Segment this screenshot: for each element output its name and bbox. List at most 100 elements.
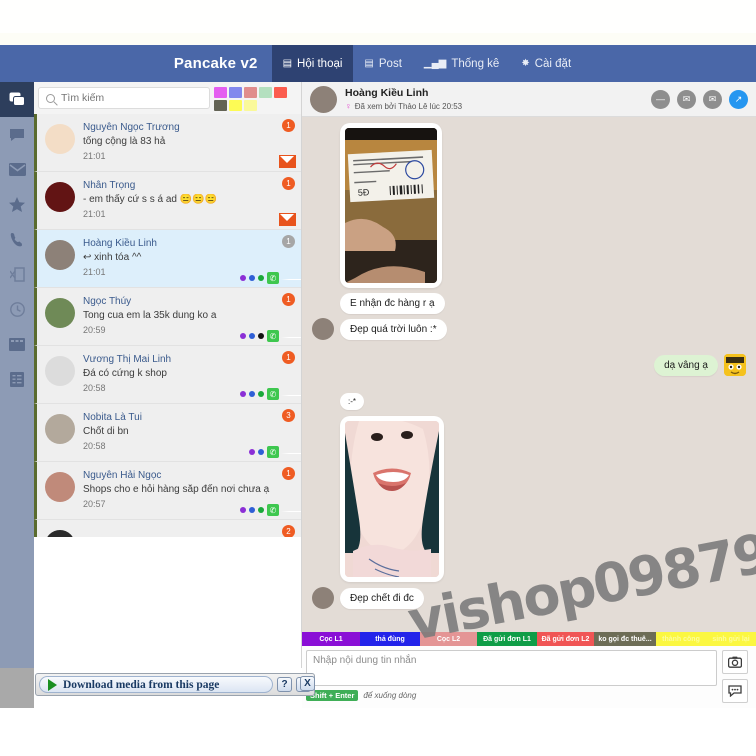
tag-dot-purple[interactable] bbox=[240, 507, 246, 513]
blank-strip-shade bbox=[0, 33, 756, 45]
mail-icon[interactable] bbox=[282, 505, 296, 516]
color-filter-swatches bbox=[214, 86, 297, 111]
conversation-item-7[interactable]: 2 bbox=[34, 520, 301, 537]
phone-icon bbox=[10, 233, 22, 247]
archive-icon[interactable]: ✉ bbox=[677, 89, 696, 109]
swatch-6[interactable] bbox=[229, 99, 242, 111]
download-media-button[interactable]: Download media from this page bbox=[39, 676, 273, 693]
swatch-3[interactable] bbox=[259, 86, 272, 98]
tab-cai-dat[interactable]: ✸ Cài đặt bbox=[510, 45, 582, 82]
mail-icon[interactable] bbox=[282, 273, 296, 284]
tab-hoi-thoai[interactable]: ▤ Hội thoại bbox=[271, 45, 354, 82]
composer-close-button[interactable]: X bbox=[300, 676, 315, 691]
mail-icon[interactable] bbox=[282, 331, 296, 342]
rail-item-clock[interactable] bbox=[0, 292, 34, 327]
conversation-item-3[interactable]: Ngọc Thúy Tong cua em la 35k dung ko a 2… bbox=[34, 288, 301, 346]
conversation-item-2[interactable]: Hoàng Kiều Linh ↩ xinh tóa ^^ 21:01 1 ✆ bbox=[34, 230, 301, 288]
tag-dot-blue[interactable] bbox=[249, 275, 255, 281]
tag-coc-l1[interactable]: Cọc L1 bbox=[302, 632, 360, 646]
tag-dot-purple[interactable] bbox=[240, 275, 246, 281]
tab-post[interactable]: ▤ Post bbox=[353, 45, 412, 82]
conversation-item-5[interactable]: Nobita Là Tui Chốt di bn 20:58 3 ✆ bbox=[34, 404, 301, 462]
tag-dot-green[interactable] bbox=[258, 275, 264, 281]
message-bubble-outgoing[interactable]: dạ vâng ạ bbox=[654, 355, 718, 376]
tag-dot-green[interactable] bbox=[258, 507, 264, 513]
chat-seen-status: ♀ Đã xem bởi Thảo Lê lúc 20:53 bbox=[345, 101, 651, 111]
sticker-icon[interactable] bbox=[722, 679, 748, 703]
message-input[interactable]: Nhập nội dung tin nhắn bbox=[306, 650, 717, 686]
image-message-bubble[interactable]: 5Ð bbox=[340, 123, 442, 288]
swatch-1[interactable] bbox=[229, 86, 242, 98]
conversation-body: Ngọc Thúy Tong cua em la 35k dung ko a 2… bbox=[83, 294, 295, 335]
swatch-4[interactable] bbox=[274, 86, 287, 98]
tag-dot-blue[interactable] bbox=[258, 449, 264, 455]
avatar bbox=[45, 530, 75, 537]
tag-dot-green[interactable] bbox=[258, 391, 264, 397]
tag-sinh-gui-lai[interactable]: sinh gửi lại bbox=[706, 632, 756, 646]
message-list[interactable]: 5Ð E nhận đc hàng r ạ Đẹp quá trời luôn … bbox=[302, 117, 756, 652]
open-external-icon[interactable]: ↗ bbox=[729, 89, 748, 109]
search-box[interactable] bbox=[38, 87, 210, 109]
swatch-0[interactable] bbox=[214, 86, 227, 98]
phone-icon[interactable]: ✆ bbox=[267, 446, 279, 458]
tag-dot-blue[interactable] bbox=[249, 507, 255, 513]
rail-item-mail[interactable] bbox=[0, 152, 34, 187]
tag-dot-blue[interactable] bbox=[249, 391, 255, 397]
image-message-bubble[interactable] bbox=[340, 416, 444, 582]
rail-item-comment[interactable] bbox=[0, 117, 34, 152]
rail-item-star[interactable] bbox=[0, 187, 34, 222]
swatch-7[interactable] bbox=[244, 99, 257, 111]
tag-tha-dung[interactable]: thả đùng bbox=[360, 632, 420, 646]
tag-thanh-cong[interactable]: thành công bbox=[656, 632, 706, 646]
mail-icon[interactable] bbox=[282, 389, 296, 400]
rail-item-logout[interactable] bbox=[0, 257, 34, 292]
phone-icon[interactable]: ✆ bbox=[267, 330, 279, 342]
message-bubble[interactable]: Đẹp chết đi đc bbox=[340, 588, 424, 609]
mail-icon[interactable] bbox=[279, 155, 296, 168]
shipping-label-photo[interactable]: 5Ð bbox=[345, 128, 437, 283]
conversation-item-6[interactable]: Nguyễn Hải Ngọc Shops cho e hỏi hàng sắp… bbox=[34, 462, 301, 520]
camera-icon[interactable] bbox=[722, 650, 748, 674]
tag-dot-purple[interactable] bbox=[240, 391, 246, 397]
conversation-item-0[interactable]: Nguyễn Ngọc Trương tổng cộng là 83 hả 21… bbox=[34, 114, 301, 172]
mail-icon[interactable] bbox=[282, 447, 296, 458]
tag-dot-purple[interactable] bbox=[249, 449, 255, 455]
rail-item-phone[interactable] bbox=[0, 222, 34, 257]
minimize-icon[interactable]: — bbox=[651, 89, 670, 109]
message-bubble[interactable]: :-* bbox=[340, 393, 364, 410]
tag-da-gui-don-l1[interactable]: Đã gửi đơn L1 bbox=[477, 632, 537, 646]
tag-coc-l2[interactable]: Cọc L2 bbox=[420, 632, 477, 646]
conversation-item-1[interactable]: Nhân Trọng - em thấy cứ s s á ad 😑😑😑 21:… bbox=[34, 172, 301, 230]
swatch-2[interactable] bbox=[244, 86, 257, 98]
rail-item-messages[interactable] bbox=[0, 82, 34, 117]
search-row bbox=[34, 82, 301, 114]
help-button[interactable]: ? bbox=[277, 677, 292, 692]
rail-item-list[interactable] bbox=[0, 362, 34, 397]
tag-dot-blue[interactable] bbox=[249, 333, 255, 339]
tag-dot-purple[interactable] bbox=[240, 333, 246, 339]
tag-dot-black[interactable] bbox=[258, 333, 264, 339]
tag-da-gui-don-l2[interactable]: Đã gửi đơn L2 bbox=[537, 632, 594, 646]
selfie-photo[interactable] bbox=[345, 421, 439, 577]
phone-icon[interactable]: ✆ bbox=[267, 504, 279, 516]
browser-blank-strip bbox=[0, 0, 756, 45]
tab-thong-ke[interactable]: ▁▄▆ Thống kê bbox=[413, 45, 510, 82]
avatar bbox=[45, 472, 75, 502]
tag-ko-goi-duoc[interactable]: ko gọi đc thuê... bbox=[594, 632, 656, 646]
conversation-item-4[interactable]: Vương Thị Mai Linh Đá có cứng k shop 20:… bbox=[34, 346, 301, 404]
composer-left: Nhập nội dung tin nhắn Shift + Enter để … bbox=[306, 650, 717, 708]
message-bubble[interactable]: Đẹp quá trời luôn :* bbox=[340, 319, 447, 340]
conversation-body: Nguyễn Ngọc Trương tổng cộng là 83 hả 21… bbox=[83, 120, 295, 161]
message-bubble[interactable]: E nhận đc hàng r ạ bbox=[340, 293, 445, 314]
phone-icon[interactable]: ✆ bbox=[267, 272, 279, 284]
rail-item-calendar[interactable] bbox=[0, 327, 34, 362]
phone-icon[interactable]: ✆ bbox=[267, 388, 279, 400]
rail-lower-fill-2 bbox=[0, 668, 34, 708]
mail-icon[interactable] bbox=[279, 213, 296, 226]
download-media-bar[interactable]: Download media from this page ? X bbox=[35, 673, 315, 696]
conversation-scroll[interactable]: Nguyễn Ngọc Trương tổng cộng là 83 hả 21… bbox=[34, 114, 301, 537]
search-input[interactable] bbox=[61, 92, 202, 104]
swatch-5[interactable] bbox=[214, 99, 227, 111]
mail-open-icon[interactable]: ✉ bbox=[703, 89, 722, 109]
unread-badge: 2 bbox=[282, 525, 295, 537]
